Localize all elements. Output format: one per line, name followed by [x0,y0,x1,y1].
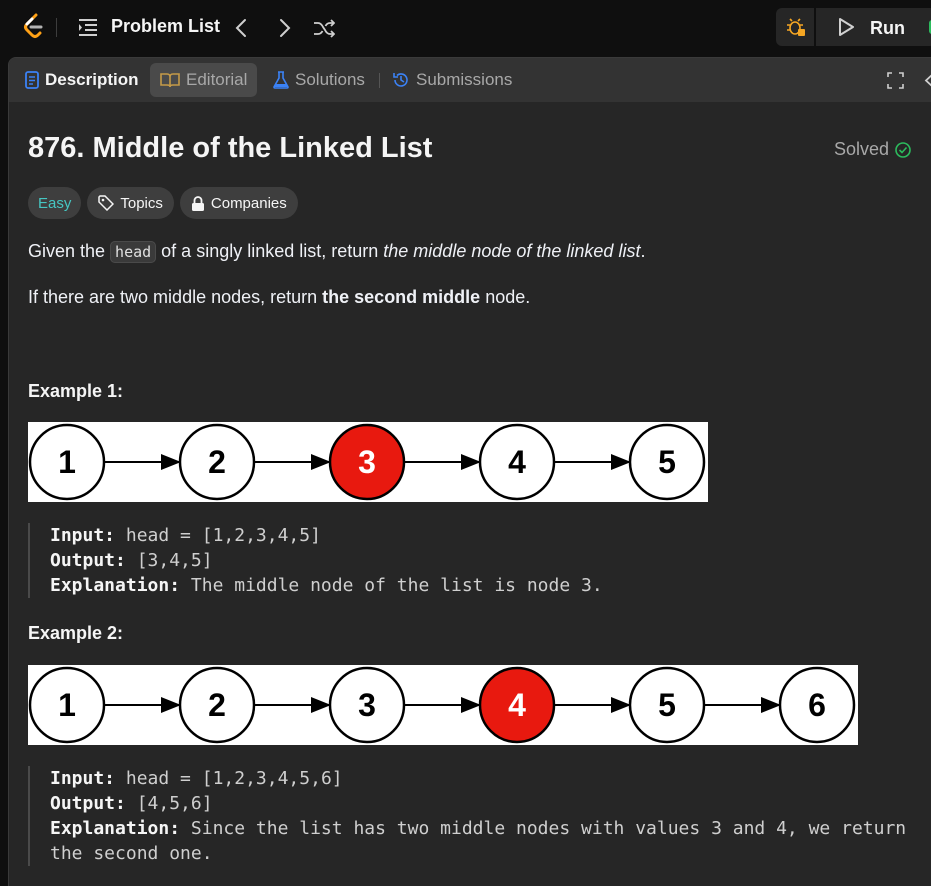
run-controls: Run [776,8,931,46]
run-label: Run [870,18,905,38]
chevron-right-icon[interactable] [273,17,295,39]
bold-text: the second middle [322,287,481,307]
example-output-line: Output: [3,4,5] [50,548,603,573]
example-1-diagram: 1 2 3 4 5 [28,422,708,502]
inline-code: head [110,241,157,263]
tab-label: Description [45,70,139,89]
example-explanation-line: Explanation: Since the list has two midd… [50,816,906,841]
text: of a singly linked list, return [156,241,384,261]
chevron-left-icon[interactable] [231,17,253,39]
example-1-block: Input: head = [1,2,3,4,5] Output: [3,4,5… [28,523,603,598]
list-node-value: 6 [808,687,826,723]
list-node-value: 5 [658,444,676,480]
example-2-block: Input: head = [1,2,3,4,5,6] Output: [4,5… [28,766,906,866]
difficulty-label: Easy [38,194,72,212]
panel-tabbar: Description Editorial Solutions Submissi… [9,58,931,102]
example-output-line: Output: [4,5,6] [50,791,906,816]
list-node-value: 4 [508,687,526,723]
book-icon [160,73,180,88]
tab-solutions[interactable]: Solutions [273,63,365,97]
history-icon [393,73,408,87]
tag-row: Easy Topics Companies [28,187,304,219]
description-paragraph-2: If there are two middle nodes, return th… [28,287,530,308]
tab-label: Solutions [295,70,365,89]
explanation-label: Explanation: [50,575,181,596]
top-navbar: Problem List Run [0,0,931,57]
companies-label: Companies [210,194,287,212]
check-circle-icon [895,141,911,158]
leetcode-logo-icon[interactable] [22,13,46,41]
example-2-title: Example 2: [28,623,124,643]
explanation-value: Since the list has two middle nodes with… [190,818,907,839]
italic-text: the middle node of the linked list [383,241,641,261]
input-label: Input: [50,768,116,789]
example-explanation-line: Explanation: The middle node of the list… [50,573,603,598]
output-label: Output: [50,793,126,814]
difficulty-badge: Easy [28,187,82,219]
topics-chip[interactable]: Topics [87,187,174,219]
problem-list-link[interactable]: Problem List [111,16,220,37]
example-explanation-continued: the second one. [50,843,213,864]
tab-description[interactable]: Description [25,63,139,97]
chevron-left-icon[interactable] [923,72,931,89]
run-button[interactable]: Run [818,8,928,46]
companies-chip[interactable]: Companies [179,187,298,219]
debug-icon [787,18,805,36]
output-label: Output: [50,550,126,571]
solved-status: Solved [834,139,911,160]
description-panel: Description Editorial Solutions Submissi… [8,57,931,886]
lock-icon [191,195,204,211]
output-value: [4,5,6] [136,793,213,814]
play-icon [839,18,854,36]
example-2-diagram: 1 2 3 4 5 6 [28,665,858,745]
list-node-value: 1 [58,444,76,480]
list-node-value: 2 [208,687,226,723]
tab-divider [379,73,380,88]
output-value: [3,4,5] [136,550,213,571]
debug-button[interactable] [776,8,816,46]
tab-label: Editorial [186,70,248,89]
list-node-value: 5 [658,687,676,723]
list-node-value: 2 [208,444,226,480]
list-icon[interactable] [78,18,98,37]
list-node-value: 3 [358,687,376,723]
text: Given the [28,241,111,261]
example-input-line: Input: head = [1,2,3,4,5,6] [50,766,906,791]
description-icon [25,71,39,89]
flask-icon [273,71,289,89]
shuffle-icon[interactable] [313,17,335,39]
description-paragraph-1: Given the head of a singly linked list, … [28,241,646,263]
input-label: Input: [50,525,116,546]
tab-editorial[interactable]: Editorial [150,63,258,97]
tab-label: Submissions [416,70,513,89]
input-value: head = [1,2,3,4,5,6] [125,768,343,789]
list-node-value: 3 [358,444,376,480]
text: node. [480,287,531,307]
tag-icon [98,195,115,211]
list-node-value: 1 [58,687,76,723]
list-node-value: 4 [508,444,526,480]
text: . [640,241,646,261]
explanation-label: Explanation: [50,818,181,839]
nav-divider [56,18,57,37]
explanation-value: The middle node of the list is node 3. [190,575,603,596]
problem-title: 876. Middle of the Linked List [28,132,433,164]
topics-label: Topics [120,194,163,212]
text: If there are two middle nodes, return [28,287,323,307]
input-value: head = [1,2,3,4,5] [125,525,321,546]
tab-submissions[interactable]: Submissions [392,63,512,97]
example-input-line: Input: head = [1,2,3,4,5] [50,523,603,548]
example-1-title: Example 1: [28,381,124,401]
expand-icon[interactable] [887,72,904,89]
solved-label: Solved [834,139,890,159]
